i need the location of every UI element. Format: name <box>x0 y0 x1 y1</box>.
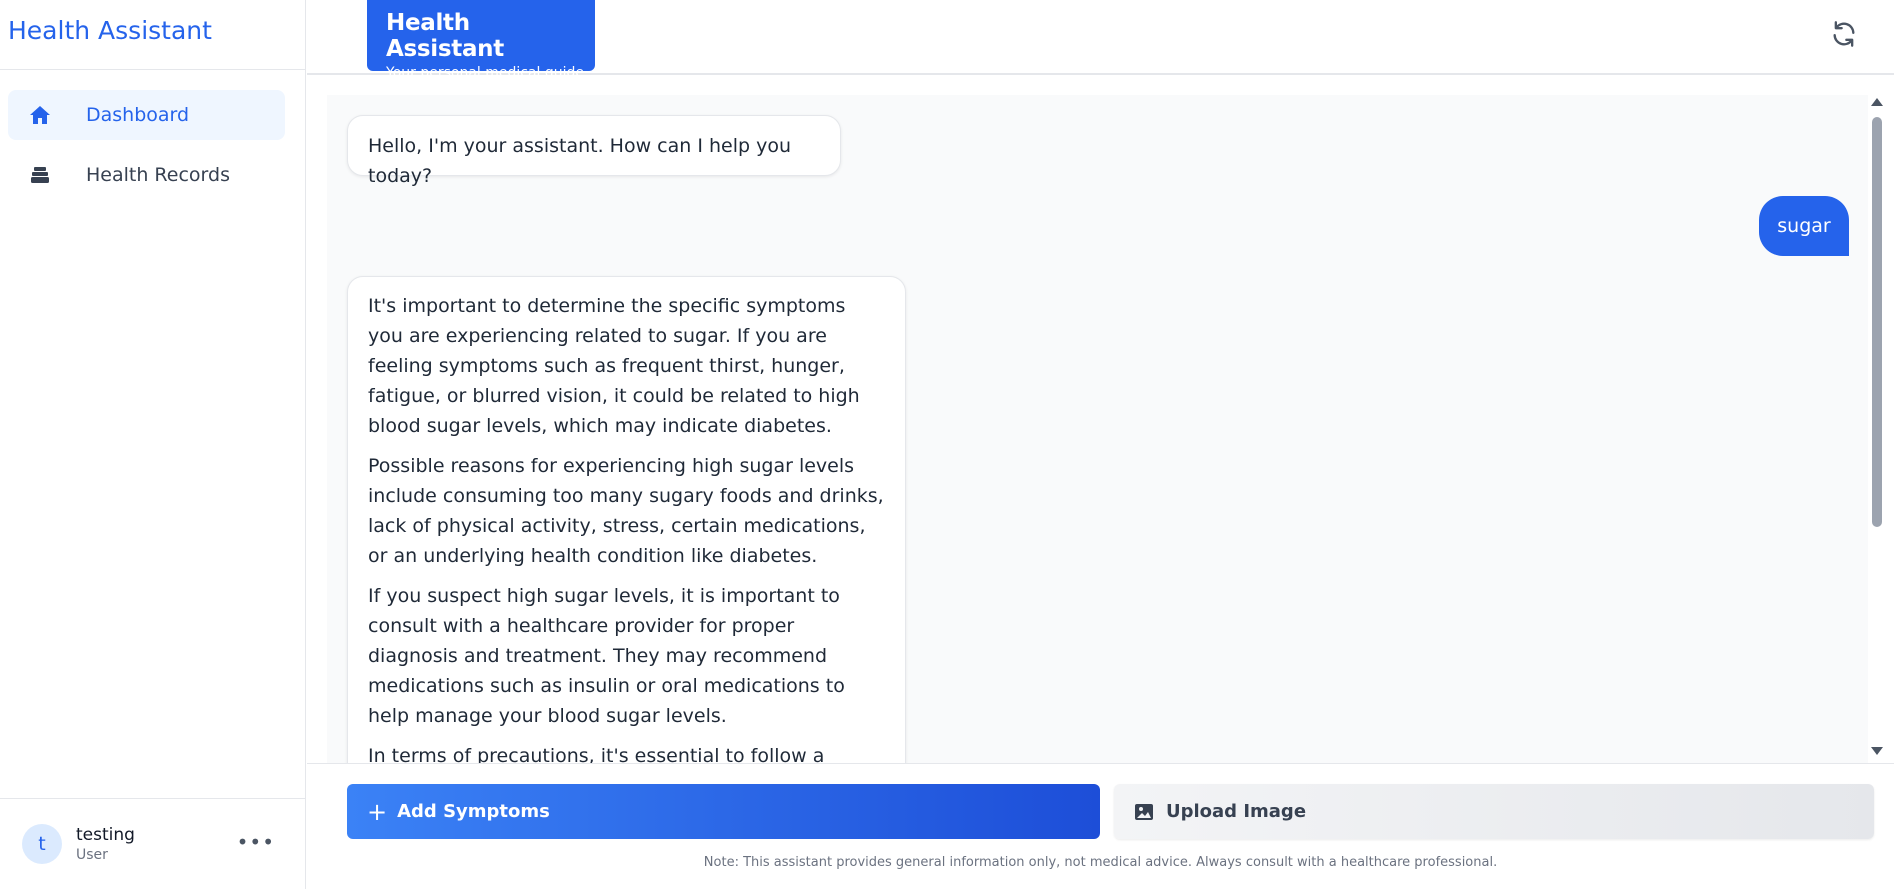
records-icon <box>28 163 52 187</box>
upload-image-button[interactable]: Upload Image <box>1114 784 1874 839</box>
title-card: Health Assistant Your personal medical g… <box>367 0 595 81</box>
image-icon <box>1134 803 1154 821</box>
assistant-message: Hello, I'm your assistant. How can I hel… <box>347 115 841 187</box>
message-paragraph: If you suspect high sugar levels, it is … <box>368 585 845 727</box>
message-paragraph: In terms of precautions, it's essential … <box>368 745 825 763</box>
sidebar: Health Assistant Dashboard Health Record… <box>0 0 306 889</box>
scroll-up-icon[interactable] <box>1871 98 1883 106</box>
chat-messages: Hello, I'm your assistant. How can I hel… <box>327 95 1868 763</box>
refresh-icon[interactable] <box>1830 20 1858 48</box>
add-symptoms-label: Add Symptoms <box>397 801 550 822</box>
sidebar-item-label: Health Records <box>86 164 230 186</box>
avatar: t <box>22 824 62 864</box>
header: Health Assistant Your personal medical g… <box>307 0 1894 81</box>
home-icon <box>28 103 52 127</box>
sidebar-item-label: Dashboard <box>86 104 190 126</box>
message-paragraph: It's important to determine the specific… <box>368 295 860 437</box>
brand-title: Health Assistant <box>0 0 305 70</box>
user-name: testing <box>76 825 135 845</box>
chat-scrollbar[interactable] <box>1868 95 1886 763</box>
disclaimer-note: Note: This assistant provides general in… <box>703 855 1498 870</box>
upload-image-label: Upload Image <box>1166 801 1307 822</box>
page-title: Health Assistant <box>386 10 504 62</box>
scroll-thumb[interactable] <box>1872 117 1882 527</box>
action-bar: + Add Symptoms Upload Image Note: This a… <box>307 763 1894 889</box>
message-paragraph: Possible reasons for experiencing high s… <box>368 455 884 567</box>
user-role: User <box>76 847 108 863</box>
user-profile[interactable]: t testing User ••• <box>0 798 305 889</box>
plus-icon: + <box>367 797 388 826</box>
assistant-message: It's important to determine the specific… <box>347 276 906 763</box>
page-subtitle: Your personal medical guide <box>386 65 585 81</box>
sidebar-nav: Dashboard Health Records <box>0 70 305 200</box>
more-options-icon[interactable]: ••• <box>237 832 275 852</box>
user-message: sugar <box>1759 196 1849 256</box>
add-symptoms-button[interactable]: + Add Symptoms <box>347 784 1100 839</box>
scroll-down-icon[interactable] <box>1871 747 1883 755</box>
sidebar-item-dashboard[interactable]: Dashboard <box>8 90 285 140</box>
sidebar-item-health-records[interactable]: Health Records <box>8 150 285 200</box>
